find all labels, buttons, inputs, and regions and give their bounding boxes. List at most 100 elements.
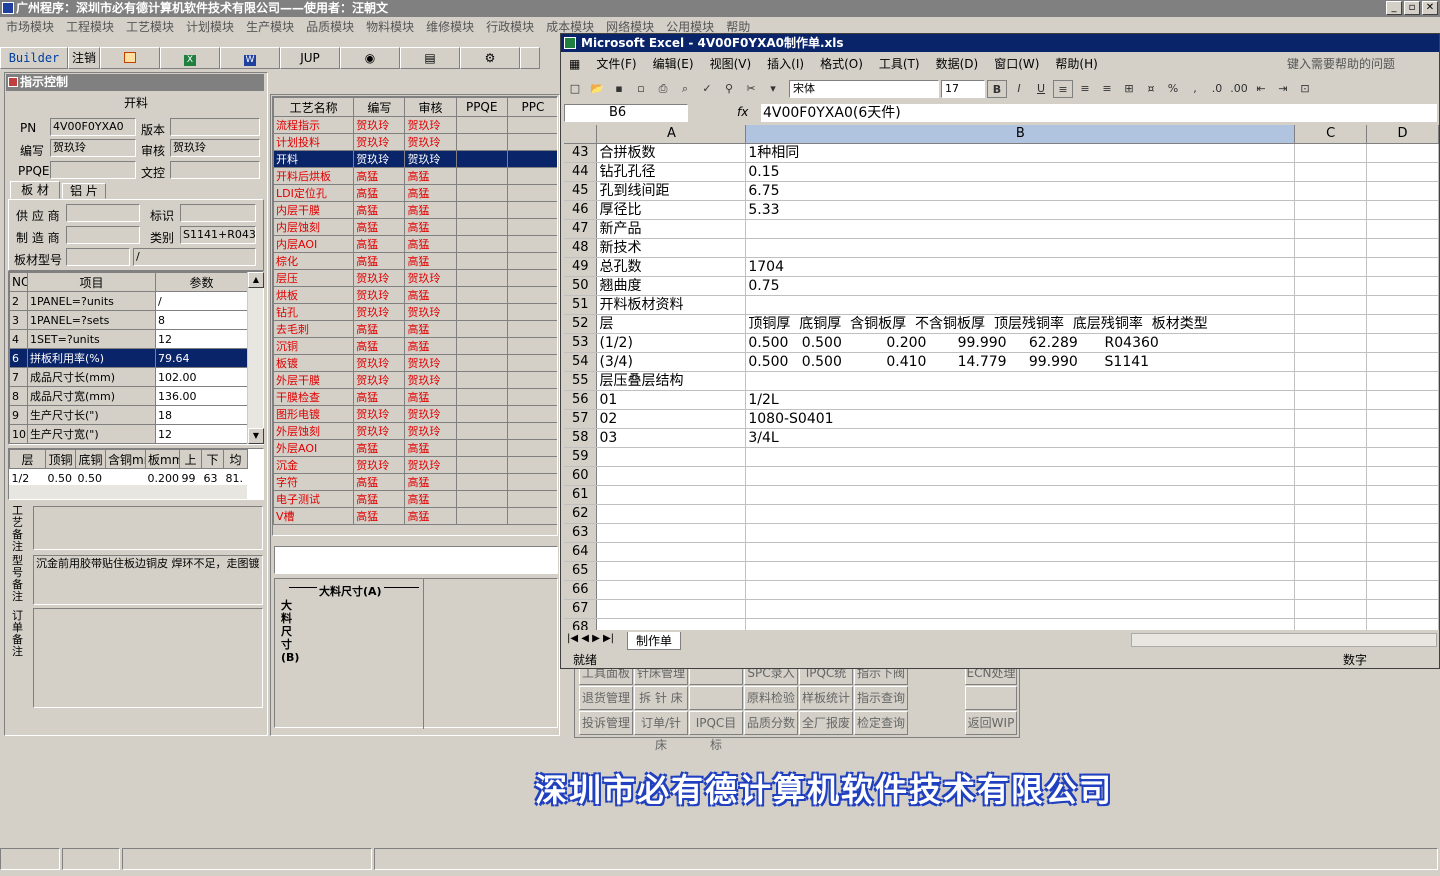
cell-b[interactable]: 0.15 xyxy=(745,162,1296,182)
open-icon[interactable]: 📂 xyxy=(587,80,607,98)
param-cell-item[interactable]: 1PANEL=?sets xyxy=(27,310,156,330)
process-row[interactable]: 干膜检查 高猛 高猛 xyxy=(273,388,557,406)
param-cell-no[interactable]: 3 xyxy=(9,310,28,330)
process-cell[interactable]: 沉铜 xyxy=(273,337,355,355)
cell-b[interactable]: 5.33 xyxy=(745,200,1296,220)
process-cell[interactable]: 外层干膜 xyxy=(273,371,355,389)
param-cell-val[interactable]: 79.64 xyxy=(155,348,248,368)
scroll-up-icon[interactable]: ▲ xyxy=(248,272,264,288)
cell-b[interactable] xyxy=(745,561,1296,581)
process-cell[interactable] xyxy=(506,473,557,491)
process-cell[interactable]: 贺玖玲 xyxy=(404,354,457,372)
cell-d[interactable] xyxy=(1366,504,1439,524)
model-field[interactable] xyxy=(66,248,130,266)
process-cell[interactable] xyxy=(455,167,508,185)
process-cell[interactable] xyxy=(455,184,508,202)
process-cell[interactable] xyxy=(455,303,508,321)
cell-a[interactable]: (1/2) xyxy=(596,333,747,353)
param-row[interactable]: 3 1PANEL=?sets 8 xyxy=(9,310,248,330)
cell-a[interactable] xyxy=(596,599,747,619)
process-cell[interactable]: 贺玖玲 xyxy=(404,405,457,423)
cell-d[interactable] xyxy=(1366,162,1439,182)
excel-menu-item-1[interactable]: 编辑(E) xyxy=(645,54,702,74)
process-cell[interactable] xyxy=(506,133,557,151)
process-cell[interactable]: 高猛 xyxy=(353,252,406,270)
process-cell[interactable] xyxy=(455,116,508,134)
param-cell-item[interactable]: 1PANEL=?units xyxy=(27,291,156,311)
borders-icon[interactable]: ⊡ xyxy=(1295,80,1315,98)
sheet-nav-icon[interactable]: |◀ ◀ ▶ ▶| xyxy=(567,633,614,644)
row-header[interactable]: 53 xyxy=(564,333,598,353)
process-cell[interactable] xyxy=(506,167,557,185)
cell-c[interactable] xyxy=(1294,162,1368,182)
process-cell[interactable]: 高猛 xyxy=(353,490,406,508)
menu-item-1[interactable]: 工程模块 xyxy=(60,17,120,37)
align-left-icon[interactable]: ≡ xyxy=(1053,80,1073,98)
cell-c[interactable] xyxy=(1294,599,1368,619)
decrease-decimal-icon[interactable]: .00 xyxy=(1229,80,1249,98)
launcher-button[interactable]: 品质分数 xyxy=(744,711,798,735)
param-row[interactable]: 10 生产尺寸宽(") 12 xyxy=(9,424,248,444)
launcher-button[interactable]: 返回WIP xyxy=(965,711,1017,735)
excel-menu-item-0[interactable]: 文件(F) xyxy=(588,54,644,74)
column-header-d[interactable]: D xyxy=(1366,125,1439,144)
cell-b[interactable]: 1080-S0401 xyxy=(745,409,1296,429)
process-cell[interactable] xyxy=(506,371,557,389)
excel-doc-icon[interactable]: ▦ xyxy=(561,54,588,74)
cell-b[interactable]: 6.75 xyxy=(745,181,1296,201)
cell-a[interactable] xyxy=(596,504,747,524)
process-cell[interactable] xyxy=(455,320,508,338)
process-cell[interactable] xyxy=(455,422,508,440)
launcher-button[interactable]: 退货管理 xyxy=(579,686,633,710)
process-cell[interactable] xyxy=(455,252,508,270)
process-header[interactable]: 审核 xyxy=(404,97,457,117)
cell-a[interactable]: 新技术 xyxy=(596,238,747,258)
process-header[interactable]: PPC xyxy=(506,97,557,117)
excel-hscrollbar[interactable] xyxy=(1131,633,1437,647)
process-cell[interactable] xyxy=(506,303,557,321)
cell-a[interactable] xyxy=(596,523,747,543)
cell-c[interactable] xyxy=(1294,143,1368,163)
tab-board[interactable]: 板 材 xyxy=(10,181,60,199)
process-cell[interactable]: 贺玖玲 xyxy=(353,133,406,151)
process-cell[interactable]: 烘板 xyxy=(273,286,355,304)
process-cell[interactable]: 开料后烘板 xyxy=(273,167,355,185)
restore-button[interactable]: ▫ xyxy=(1404,1,1420,15)
cell-b[interactable] xyxy=(745,599,1296,619)
cell-c[interactable] xyxy=(1294,238,1368,258)
research-icon[interactable]: ⚲ xyxy=(719,80,739,98)
row-header[interactable]: 54 xyxy=(564,352,598,372)
mark-field[interactable] xyxy=(180,204,256,222)
close-button[interactable]: ✕ xyxy=(1422,1,1438,15)
tab-aluminum[interactable]: 铝 片 xyxy=(62,183,106,199)
launcher-button[interactable]: 检定查询 xyxy=(854,711,908,735)
cell-a[interactable]: 01 xyxy=(596,390,747,410)
cell-a[interactable]: 翘曲度 xyxy=(596,276,747,296)
param-cell-no[interactable]: 4 xyxy=(9,329,28,349)
process-cell[interactable]: 高猛 xyxy=(404,286,457,304)
process-cell[interactable] xyxy=(455,150,508,168)
cell-c[interactable] xyxy=(1294,523,1368,543)
process-row[interactable]: 棕化 高猛 高猛 xyxy=(273,252,557,270)
percent-icon[interactable]: % xyxy=(1163,80,1183,98)
cell-d[interactable] xyxy=(1366,428,1439,448)
excel-menu-item-8[interactable]: 帮助(H) xyxy=(1047,54,1105,74)
cell-a[interactable] xyxy=(596,485,747,505)
cell-d[interactable] xyxy=(1366,219,1439,239)
process-cell[interactable]: 高猛 xyxy=(353,184,406,202)
process-input[interactable] xyxy=(274,546,558,574)
supplier-field[interactable] xyxy=(66,204,140,222)
process-cell[interactable] xyxy=(506,405,557,423)
process-row[interactable]: 内层蚀刻 高猛 高猛 xyxy=(273,218,557,236)
process-cell[interactable]: 高猛 xyxy=(404,252,457,270)
process-row[interactable]: 字符 高猛 高猛 xyxy=(273,473,557,491)
process-row[interactable]: 层压 贺玖玲 贺玖玲 xyxy=(273,269,557,287)
process-cell[interactable] xyxy=(455,269,508,287)
ppqe-field[interactable] xyxy=(50,161,136,179)
print-icon[interactable]: ⎙ xyxy=(653,80,673,98)
row-header[interactable]: 60 xyxy=(564,466,598,486)
param-row[interactable]: 2 1PANEL=?units / xyxy=(9,291,248,311)
param-row[interactable]: 4 1SET=?units 12 xyxy=(9,329,248,349)
excel-menu-item-4[interactable]: 格式(O) xyxy=(812,54,871,74)
process-cell[interactable]: 贺玖玲 xyxy=(404,422,457,440)
